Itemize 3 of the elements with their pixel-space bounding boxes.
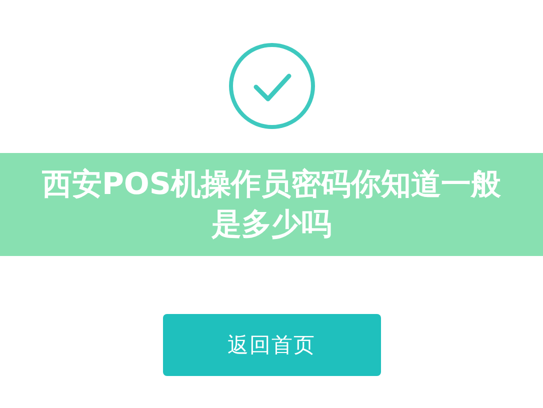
success-check-icon (228, 42, 316, 130)
home-button[interactable]: 返回首页 (162, 314, 380, 376)
article-title: 西安POS机操作员密码你知道一般是多少吗 (42, 166, 502, 244)
